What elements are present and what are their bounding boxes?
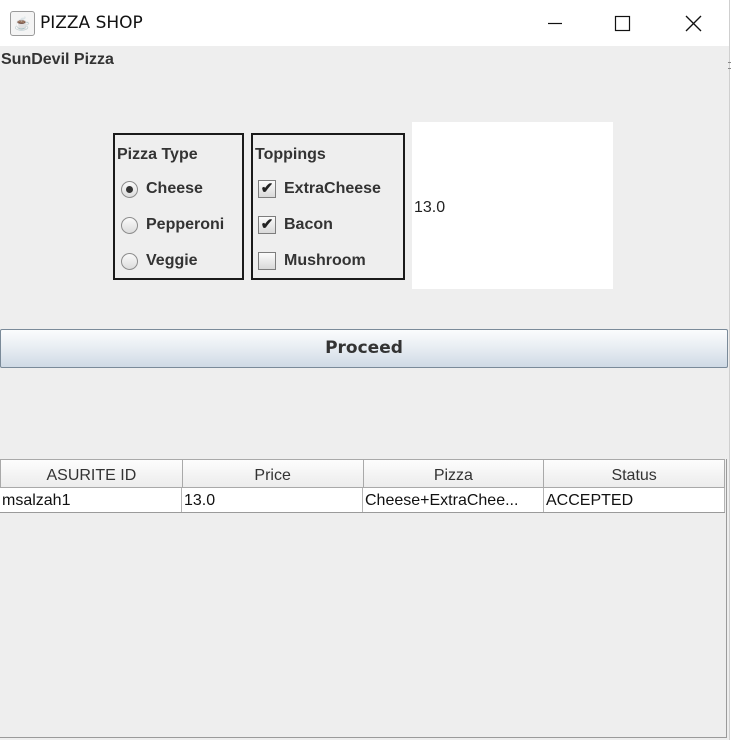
radio-cheese[interactable]: Cheese <box>120 178 203 200</box>
proceed-button[interactable]: Proceed <box>0 329 728 368</box>
radio-cheese-label[interactable]: Cheese <box>146 180 203 198</box>
toppings-title: Toppings <box>255 146 326 163</box>
checkbox-bacon-label[interactable]: Bacon <box>284 216 333 234</box>
orders-table: ASURITE ID Price Pizza Status msalzah1 1… <box>0 459 727 738</box>
radio-unselected-icon[interactable] <box>121 252 138 270</box>
column-header-asurite-id[interactable]: ASURITE ID <box>0 459 183 488</box>
cell-status[interactable]: ACCEPTED <box>544 488 725 512</box>
checkbox-unchecked-icon[interactable] <box>258 252 276 270</box>
radio-unselected-icon[interactable] <box>121 216 138 234</box>
cell-pizza[interactable]: Cheese+ExtraChee... <box>363 488 544 512</box>
radio-pepperoni[interactable]: Pepperoni <box>120 214 224 236</box>
app-label: SunDevil Pizza <box>1 51 114 68</box>
cell-asurite-id[interactable]: msalzah1 <box>0 488 182 512</box>
window-title: PIZZA SHOP <box>40 13 143 33</box>
cell-price[interactable]: 13.0 <box>182 488 363 512</box>
java-coffee-icon: ☕ <box>10 11 35 36</box>
maximize-button[interactable] <box>599 0 645 46</box>
toppings-group: Toppings ✔ ExtraCheese ✔ Bacon Mushroom <box>251 133 405 280</box>
column-header-pizza[interactable]: Pizza <box>363 459 545 488</box>
title-bar: ☕ PIZZA SHOP <box>0 0 729 46</box>
maximize-icon <box>614 15 631 32</box>
radio-veggie[interactable]: Veggie <box>120 250 198 272</box>
checkbox-checked-icon[interactable]: ✔ <box>258 216 276 234</box>
checkbox-bacon[interactable]: ✔ Bacon <box>258 214 333 236</box>
minimize-button[interactable] <box>532 0 578 46</box>
minimize-icon <box>548 22 562 25</box>
radio-selected-icon[interactable] <box>121 180 138 198</box>
pizza-shop-window: ☕ PIZZA SHOP SunDevil Pizza Pizza Type C… <box>0 0 731 740</box>
checkbox-mushroom-label[interactable]: Mushroom <box>284 252 366 270</box>
checkbox-extracheese[interactable]: ✔ ExtraCheese <box>258 178 381 200</box>
checkbox-extracheese-label[interactable]: ExtraCheese <box>284 180 381 198</box>
close-icon <box>685 15 702 32</box>
radio-pepperoni-label[interactable]: Pepperoni <box>146 216 224 234</box>
column-header-price[interactable]: Price <box>182 459 364 488</box>
pizza-type-group: Pizza Type Cheese Pepperoni Veggie <box>113 133 244 280</box>
pizza-type-title: Pizza Type <box>117 146 198 163</box>
checkbox-checked-icon[interactable]: ✔ <box>258 180 276 198</box>
price-display-panel: 13.0 <box>412 122 613 289</box>
price-value: 13.0 <box>414 199 446 216</box>
checkbox-mushroom[interactable]: Mushroom <box>258 250 366 272</box>
table-header: ASURITE ID Price Pizza Status <box>0 459 725 488</box>
column-header-status[interactable]: Status <box>544 459 725 488</box>
table-row[interactable]: msalzah1 13.0 Cheese+ExtraChee... ACCEPT… <box>0 488 725 513</box>
radio-veggie-label[interactable]: Veggie <box>146 252 198 270</box>
close-button[interactable] <box>670 0 716 46</box>
